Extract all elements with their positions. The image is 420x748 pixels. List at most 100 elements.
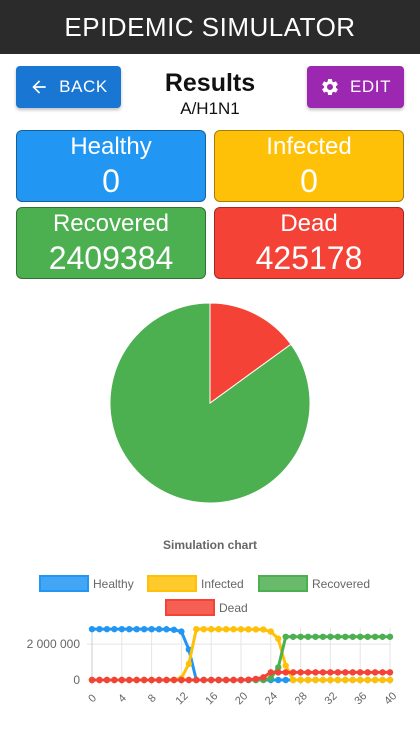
data-point-dead[interactable] [379,669,386,676]
data-point-dead[interactable] [178,676,185,684]
data-point-dead[interactable] [237,676,245,684]
data-point-dead[interactable] [304,669,312,676]
data-point-infected[interactable] [379,676,386,684]
data-point-healthy[interactable] [96,625,103,633]
data-point-dead[interactable] [327,669,334,676]
data-point-dead[interactable] [96,676,103,684]
data-point-healthy[interactable] [133,625,140,633]
data-point-recovered[interactable] [386,633,394,640]
edit-button[interactable]: EDIT [307,66,404,108]
data-point-healthy[interactable] [178,628,185,635]
data-point-healthy[interactable] [282,676,289,684]
data-point-dead[interactable] [133,676,140,684]
data-point-dead[interactable] [118,676,126,684]
data-point-recovered[interactable] [342,633,349,640]
data-point-infected[interactable] [334,676,342,684]
data-point-infected[interactable] [267,628,274,635]
data-point-dead[interactable] [297,669,304,676]
data-point-infected[interactable] [386,676,394,684]
data-point-dead[interactable] [386,669,394,676]
data-point-dead[interactable] [148,676,155,684]
data-point-dead[interactable] [185,676,193,684]
data-point-infected[interactable] [185,660,193,668]
data-point-healthy[interactable] [103,625,111,633]
data-point-dead[interactable] [170,676,178,684]
data-point-infected[interactable] [304,676,312,684]
data-point-infected[interactable] [245,626,252,633]
data-point-dead[interactable] [88,676,96,684]
data-point-dead[interactable] [155,676,163,684]
data-point-recovered[interactable] [371,633,379,640]
data-point-dead[interactable] [111,676,118,684]
data-point-infected[interactable] [364,676,371,684]
data-point-infected[interactable] [327,676,334,684]
data-point-infected[interactable] [297,676,304,684]
data-point-dead[interactable] [222,676,230,684]
data-point-healthy[interactable] [111,625,118,633]
data-point-infected[interactable] [200,625,207,633]
data-point-dead[interactable] [260,674,267,681]
data-point-dead[interactable] [200,676,207,684]
data-point-dead[interactable] [364,669,371,676]
data-point-dead[interactable] [342,669,349,676]
data-point-recovered[interactable] [364,633,371,640]
legend-item-dead[interactable]: Dead [165,599,248,616]
data-point-infected[interactable] [230,626,237,633]
data-point-recovered[interactable] [319,633,327,640]
data-point-infected[interactable] [237,626,245,633]
data-point-healthy[interactable] [163,626,170,633]
data-point-recovered[interactable] [349,633,356,640]
data-point-healthy[interactable] [126,625,133,633]
data-point-recovered[interactable] [297,633,304,640]
data-point-healthy[interactable] [170,626,178,633]
data-point-dead[interactable] [126,676,133,684]
legend-item-infected[interactable]: Infected [147,575,244,592]
data-point-infected[interactable] [312,676,319,684]
data-point-infected[interactable] [275,635,282,642]
data-point-infected[interactable] [357,676,364,684]
data-point-dead[interactable] [230,676,237,684]
data-point-healthy[interactable] [140,625,148,633]
data-point-dead[interactable] [282,669,289,676]
data-point-dead[interactable] [215,676,222,684]
data-point-infected[interactable] [222,626,230,633]
data-point-dead[interactable] [245,676,252,683]
data-point-recovered[interactable] [282,633,289,640]
data-point-dead[interactable] [208,676,215,684]
data-point-healthy[interactable] [155,626,163,633]
data-point-dead[interactable] [289,669,297,676]
data-point-infected[interactable] [208,626,215,633]
data-point-recovered[interactable] [327,633,334,640]
data-point-dead[interactable] [140,676,148,684]
data-point-recovered[interactable] [304,633,312,640]
data-point-healthy[interactable] [148,625,155,633]
data-point-recovered[interactable] [312,633,319,640]
data-point-dead[interactable] [252,675,260,683]
legend-item-recovered[interactable]: Recovered [258,575,370,592]
data-point-infected[interactable] [319,676,327,684]
data-point-infected[interactable] [252,626,260,633]
data-point-dead[interactable] [103,676,111,684]
data-point-dead[interactable] [357,669,364,676]
data-point-recovered[interactable] [357,633,364,640]
data-point-infected[interactable] [260,626,267,633]
legend-item-healthy[interactable]: Healthy [39,575,134,592]
data-point-recovered[interactable] [379,633,386,640]
data-point-dead[interactable] [349,669,356,676]
data-point-dead[interactable] [163,676,170,684]
data-point-infected[interactable] [193,625,200,633]
data-point-infected[interactable] [289,676,297,684]
data-point-dead[interactable] [319,669,327,676]
data-point-infected[interactable] [342,676,349,684]
data-point-dead[interactable] [193,676,200,684]
data-point-dead[interactable] [371,669,379,676]
back-button[interactable]: BACK [16,66,121,108]
data-point-healthy[interactable] [275,676,282,684]
data-point-infected[interactable] [282,662,289,669]
data-point-dead[interactable] [334,669,342,676]
data-point-dead[interactable] [312,669,319,676]
data-point-recovered[interactable] [267,675,274,682]
data-point-infected[interactable] [371,676,379,684]
data-point-infected[interactable] [215,626,222,633]
data-point-recovered[interactable] [334,633,342,640]
